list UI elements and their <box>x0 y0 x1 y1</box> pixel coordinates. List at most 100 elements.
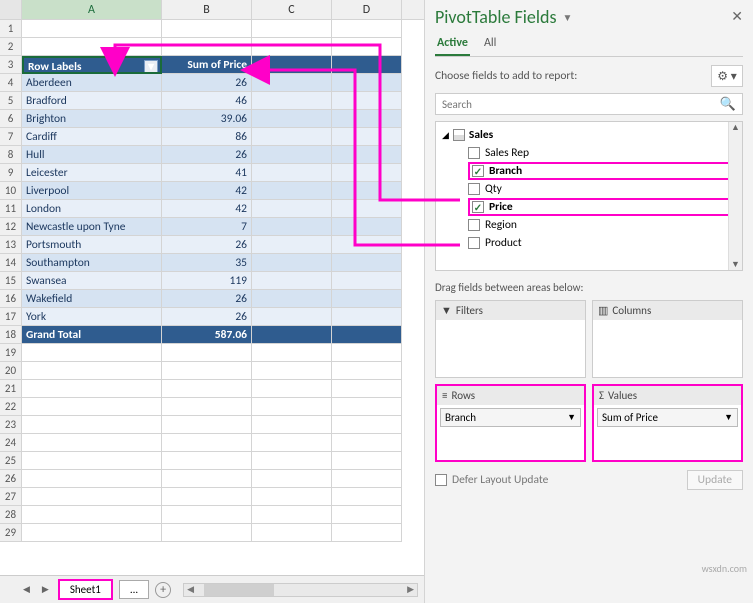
cell[interactable] <box>162 488 252 506</box>
cell[interactable] <box>22 380 162 398</box>
col-header-D[interactable]: D <box>332 0 402 19</box>
cell[interactable] <box>252 434 332 452</box>
col-header-C[interactable]: C <box>252 0 332 19</box>
cell[interactable] <box>252 506 332 524</box>
cell[interactable] <box>332 182 402 200</box>
cell[interactable] <box>22 506 162 524</box>
cell[interactable] <box>252 200 332 218</box>
row-header[interactable]: 2 <box>0 38 22 56</box>
cell[interactable] <box>22 524 162 542</box>
horizontal-scrollbar[interactable]: ◀ ▶ <box>183 583 418 597</box>
cell[interactable] <box>162 20 252 38</box>
cell[interactable] <box>252 308 332 326</box>
cell[interactable] <box>252 20 332 38</box>
cell[interactable] <box>22 488 162 506</box>
sheet-tab-active[interactable]: Sheet1 <box>58 579 113 600</box>
cell[interactable] <box>332 524 402 542</box>
cell[interactable]: 39.06 <box>162 110 252 128</box>
row-header[interactable]: 16 <box>0 290 22 308</box>
cell[interactable] <box>332 38 402 56</box>
row-header[interactable]: 4 <box>0 74 22 92</box>
row-header[interactable]: 9 <box>0 164 22 182</box>
add-sheet-button[interactable]: + <box>155 582 171 598</box>
rows-area[interactable]: ≡Rows Branch▼ <box>435 384 586 462</box>
tab-nav-next[interactable]: ▶ <box>39 584 52 595</box>
row-header[interactable]: 25 <box>0 452 22 470</box>
cell[interactable] <box>332 128 402 146</box>
cell[interactable] <box>252 218 332 236</box>
field-item[interactable]: Product <box>468 234 738 252</box>
cell[interactable] <box>332 380 402 398</box>
field-item[interactable]: Price <box>468 198 738 216</box>
tab-all[interactable]: All <box>482 34 498 56</box>
cell[interactable]: London <box>22 200 162 218</box>
cell[interactable] <box>332 290 402 308</box>
cell[interactable] <box>252 524 332 542</box>
collapse-icon[interactable]: ◢ <box>442 130 449 141</box>
row-header[interactable]: 20 <box>0 362 22 380</box>
cell[interactable]: 35 <box>162 254 252 272</box>
columns-area[interactable]: ▥Columns <box>592 300 743 378</box>
tab-nav-prev[interactable]: ◀ <box>20 584 33 595</box>
cell[interactable]: Cardiff <box>22 128 162 146</box>
cell[interactable]: Sum of Price <box>162 56 252 74</box>
row-header[interactable]: 24 <box>0 434 22 452</box>
cell[interactable] <box>252 92 332 110</box>
field-item[interactable]: Sales Rep <box>468 144 738 162</box>
cell[interactable] <box>252 74 332 92</box>
cell[interactable] <box>22 398 162 416</box>
chevron-down-icon[interactable]: ▼ <box>567 412 576 423</box>
cell[interactable] <box>332 434 402 452</box>
col-header-B[interactable]: B <box>162 0 252 19</box>
row-header[interactable]: 1 <box>0 20 22 38</box>
cell[interactable] <box>252 254 332 272</box>
row-header[interactable]: 6 <box>0 110 22 128</box>
cell[interactable]: Grand Total <box>22 326 162 344</box>
row-header[interactable]: 8 <box>0 146 22 164</box>
filter-dropdown-icon[interactable]: ▾ <box>144 60 158 74</box>
cell[interactable] <box>22 416 162 434</box>
filters-area[interactable]: ▼Filters <box>435 300 586 378</box>
values-area[interactable]: ΣValues Sum of Price▼ <box>592 384 743 462</box>
cell[interactable] <box>22 470 162 488</box>
cell[interactable] <box>332 200 402 218</box>
cell[interactable]: Liverpool <box>22 182 162 200</box>
cell[interactable] <box>332 56 402 74</box>
cell[interactable] <box>332 110 402 128</box>
cell[interactable]: 7 <box>162 218 252 236</box>
row-header[interactable]: 19 <box>0 344 22 362</box>
cell[interactable] <box>332 236 402 254</box>
cell[interactable] <box>252 272 332 290</box>
cell[interactable] <box>22 452 162 470</box>
field-checkbox[interactable] <box>472 201 484 213</box>
cell[interactable] <box>252 398 332 416</box>
cell[interactable] <box>252 146 332 164</box>
cell[interactable]: Bradford <box>22 92 162 110</box>
row-header[interactable]: 7 <box>0 128 22 146</box>
search-box[interactable]: 🔍 <box>435 93 743 115</box>
field-list[interactable]: ◢ Sales Sales RepBranchQtyPriceRegionPro… <box>435 121 743 271</box>
cell[interactable] <box>332 164 402 182</box>
cell[interactable] <box>332 74 402 92</box>
cell[interactable]: York <box>22 308 162 326</box>
cell[interactable] <box>162 38 252 56</box>
values-chip[interactable]: Sum of Price▼ <box>597 408 738 427</box>
cell[interactable]: 587.06 <box>162 326 252 344</box>
cell[interactable] <box>252 290 332 308</box>
row-header[interactable]: 13 <box>0 236 22 254</box>
cell[interactable] <box>252 488 332 506</box>
cell[interactable] <box>332 506 402 524</box>
cell[interactable] <box>332 20 402 38</box>
cell[interactable]: Hull <box>22 146 162 164</box>
cell[interactable]: Swansea <box>22 272 162 290</box>
cell[interactable] <box>162 452 252 470</box>
row-header[interactable]: 18 <box>0 326 22 344</box>
cell[interactable] <box>252 236 332 254</box>
cell[interactable]: 26 <box>162 290 252 308</box>
row-header[interactable]: 26 <box>0 470 22 488</box>
sheet-tab-more[interactable]: ... <box>119 580 149 599</box>
row-header[interactable]: 11 <box>0 200 22 218</box>
cell[interactable]: 42 <box>162 200 252 218</box>
cell[interactable]: 26 <box>162 308 252 326</box>
cell[interactable] <box>332 362 402 380</box>
